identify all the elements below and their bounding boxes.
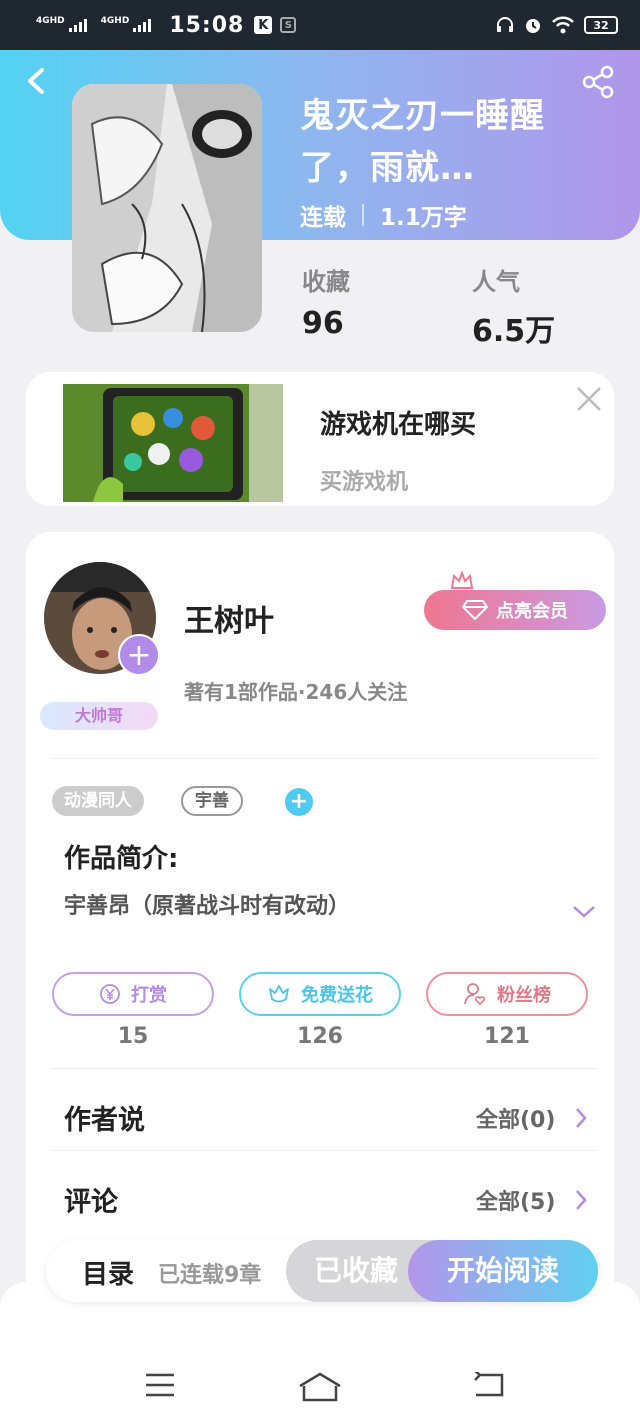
user-heart-icon (464, 983, 486, 1006)
alarm-icon (526, 19, 540, 33)
yen-icon (100, 984, 120, 1004)
author-name[interactable]: 王树叶 (184, 596, 274, 640)
toc-button[interactable]: 目录 (82, 1254, 134, 1291)
close-icon[interactable] (576, 386, 602, 412)
ad-title: 游戏机在哪买 (320, 410, 477, 440)
chapter-count: 已连载9章 (158, 1263, 262, 1288)
signal-icon: 4GHD (36, 16, 87, 32)
system-nav-bar (0, 1282, 640, 1422)
divider (50, 1150, 598, 1151)
intro-heading: 作品简介: (64, 844, 179, 874)
menu-icon[interactable] (144, 1372, 176, 1398)
author-stats: 著有1部作品·246人关注 (184, 680, 408, 704)
headphones-icon (497, 17, 513, 32)
divider (50, 758, 598, 759)
book-meta: 连载 1.1万字 (300, 198, 467, 232)
ad-subtitle: 买游戏机 (320, 470, 409, 495)
tag-anime-fanfic[interactable]: 动漫同人 (52, 786, 144, 816)
diamond-icon (462, 600, 488, 621)
fan-ranking-label: 粉丝榜 (497, 985, 551, 1006)
comments-all-link[interactable]: 全部(5) (476, 1184, 555, 1216)
favorites-value: 96 (302, 306, 344, 341)
intro-text: 宇善昂（原著战斗时有改动） (64, 894, 351, 919)
clock: 15:08 (169, 12, 245, 38)
battery-icon: 32 (584, 16, 618, 34)
send-flower-label: 免费送花 (301, 985, 373, 1006)
follow-plus-button[interactable]: + (118, 634, 160, 676)
home-icon[interactable] (298, 1372, 342, 1402)
chevron-right-icon[interactable] (574, 1106, 588, 1130)
fan-ranking-button[interactable]: 粉丝榜 (426, 972, 588, 1016)
back-icon[interactable] (472, 1372, 504, 1398)
tag-pairing[interactable]: 宇善 (181, 786, 243, 816)
ad-card[interactable]: 游戏机在哪买 买游戏机 (26, 372, 614, 506)
word-count: 1.1万字 (380, 205, 467, 231)
author-says-title: 作者说 (64, 1105, 145, 1136)
chevron-down-icon[interactable] (572, 904, 596, 920)
flower-count: 126 (297, 1024, 343, 1049)
vip-label: 点亮会员 (496, 601, 568, 622)
crown-icon (450, 570, 474, 589)
signal-icon-2: 4GHD (101, 16, 152, 32)
send-flower-button[interactable]: 免费送花 (239, 972, 401, 1016)
divider (50, 1068, 598, 1069)
s-app-icon: S (280, 17, 297, 33)
add-tag-button[interactable]: + (285, 788, 313, 816)
comments-title: 评论 (64, 1187, 118, 1218)
ad-image (63, 384, 283, 502)
book-title: 鬼灭之刃一睡醒了，雨就… (300, 96, 545, 188)
vip-button[interactable]: 点亮会员 (424, 590, 606, 630)
tip-button[interactable]: 打赏 (52, 972, 214, 1016)
book-status: 连载 (300, 205, 346, 231)
meta-divider (362, 204, 364, 226)
cover-illustration (72, 84, 262, 332)
bottom-action-bar: 目录 已连载9章 已收藏 开始阅读 (46, 1240, 598, 1302)
fan-count: 121 (484, 1024, 530, 1049)
back-arrow-icon[interactable] (22, 66, 52, 96)
k-app-icon: K (254, 16, 273, 34)
book-cover[interactable] (72, 84, 262, 332)
start-reading-button[interactable]: 开始阅读 (408, 1240, 598, 1302)
author-says-all-link[interactable]: 全部(0) (476, 1102, 555, 1134)
chevron-right-icon[interactable] (574, 1188, 588, 1212)
status-bar: 4GHD 4GHD 15:08 K S 32 (0, 0, 640, 50)
book-detail-card: + 大帅哥 王树叶 点亮会员 著有1部作品·246人关注 动漫同人 宇善 + 作… (26, 532, 614, 1312)
flower-icon (269, 985, 289, 1003)
favorites-label: 收藏 (302, 268, 350, 296)
popularity-value: 6.5万 (472, 314, 556, 349)
tip-label: 打赏 (131, 985, 167, 1006)
tip-count: 15 (117, 1024, 149, 1049)
popularity-label: 人气 (472, 268, 520, 296)
wifi-icon (552, 16, 574, 34)
avatar-tag: 大帅哥 (40, 702, 158, 730)
